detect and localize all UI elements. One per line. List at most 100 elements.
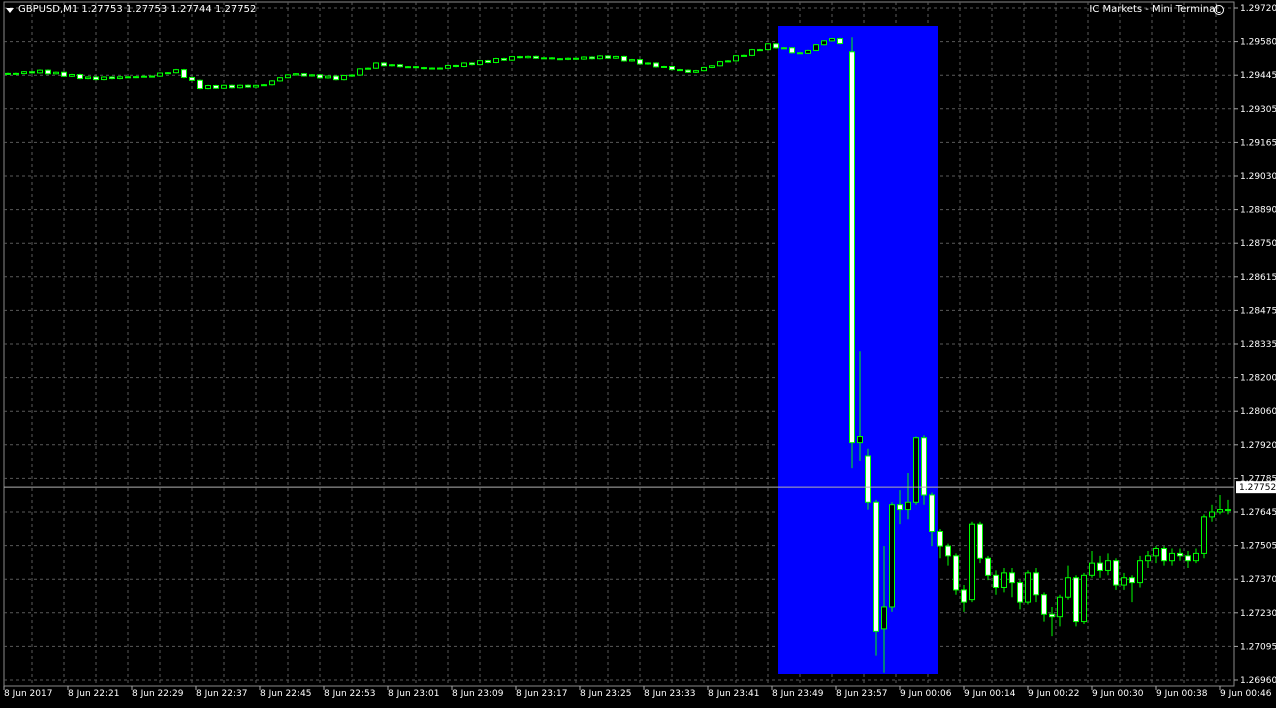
candle-body [613, 55, 619, 59]
candle-body [533, 55, 539, 59]
x-tick-label: 8 Jun 22:37 [196, 689, 247, 699]
candle-body [245, 84, 251, 88]
candle-body [1033, 572, 1039, 596]
y-tick-label: 1.29305 [1240, 105, 1276, 115]
x-tick-label: 8 Jun 23:01 [388, 689, 439, 699]
candle-body [945, 545, 951, 557]
candle-body [1097, 562, 1103, 571]
candle-body [221, 84, 227, 89]
candle-body [805, 49, 811, 54]
candle-body [293, 73, 299, 76]
x-tick-label: 8 Jun 23:17 [516, 689, 567, 699]
candle-body [117, 76, 123, 80]
y-tick-label: 1.27230 [1240, 609, 1276, 619]
candle-body [309, 74, 315, 77]
candle-body [453, 64, 459, 68]
y-tick-label: 1.27370 [1240, 575, 1276, 585]
candle-body [269, 80, 275, 86]
candle-body [285, 74, 291, 79]
candle-body [525, 55, 531, 59]
candle-body [5, 72, 11, 75]
candle-body [13, 72, 19, 75]
candle-body [969, 523, 975, 601]
x-tick-label: 8 Jun 23:25 [580, 689, 631, 699]
candle-body [277, 77, 283, 82]
candle-body [461, 62, 467, 68]
candle-body [413, 66, 419, 69]
candle-body [93, 76, 99, 81]
candle-body [493, 58, 499, 63]
candle-body [373, 62, 379, 69]
candle-body [229, 84, 235, 89]
x-tick-label: 9 Jun 00:30 [1092, 689, 1144, 699]
candle-body [985, 557, 991, 576]
candle-body [581, 56, 587, 60]
y-tick-label: 1.29720 [1240, 4, 1276, 14]
candle-body [1105, 560, 1111, 571]
candle-body [53, 71, 59, 75]
collapse-triangle-icon[interactable] [6, 8, 14, 13]
candle-body [381, 62, 387, 67]
candle-body [157, 72, 163, 77]
x-tick-label: 9 Jun 00:22 [1028, 689, 1079, 699]
candle-body [1073, 577, 1079, 623]
candle-body [21, 71, 27, 75]
candle-body [237, 84, 243, 89]
x-tick-label: 8 Jun 22:21 [68, 689, 119, 699]
candle-body [349, 74, 355, 77]
candle-body [1009, 572, 1015, 584]
candle-body [1177, 552, 1183, 557]
candle-body [653, 62, 659, 68]
candle-body [1001, 572, 1007, 588]
candle-body [1089, 562, 1095, 576]
x-tick-label: 8 Jun 22:53 [324, 689, 375, 699]
x-tick-label: 8 Jun 23:57 [836, 689, 887, 699]
candle-body [937, 530, 943, 547]
candle-body [549, 57, 555, 60]
candle-body [1209, 511, 1215, 518]
candle-body [85, 76, 91, 80]
candle-body [717, 61, 723, 67]
x-tick-label: 8 Jun 22:29 [132, 689, 184, 699]
chart-canvas[interactable]: 1.29720 1.29580 1.29445 1.29305 1.29165 1.290… [0, 0, 1276, 704]
candle-body [69, 74, 75, 77]
candle-body [1145, 555, 1151, 562]
candle-body [437, 67, 443, 70]
y-tick-label: 1.26960 [1240, 676, 1276, 686]
candle-body [541, 57, 547, 60]
candle-body [357, 68, 363, 76]
y-tick-label: 1.28750 [1240, 239, 1276, 249]
candle-body [589, 56, 595, 60]
candle-body [645, 62, 651, 65]
candle-body [1065, 577, 1071, 598]
candlestick-chart[interactable]: 1.29720 1.29580 1.29445 1.29305 1.29165 1.290… [0, 0, 1276, 704]
candle-body [45, 69, 51, 75]
candle-body [1121, 577, 1127, 586]
candle-body [469, 62, 475, 66]
candle-body [557, 58, 563, 61]
candle-body [365, 67, 371, 70]
candle-body [881, 606, 887, 630]
candle-body [61, 71, 67, 77]
candle-body [781, 47, 787, 50]
candle-body [101, 76, 107, 81]
x-tick-label: 8 Jun 23:09 [452, 689, 504, 699]
candle-body [325, 75, 331, 79]
candle-body [701, 66, 707, 72]
y-tick-label: 1.28335 [1240, 340, 1276, 350]
candle-body [905, 501, 911, 511]
y-tick-label: 1.27505 [1240, 542, 1276, 552]
highlight-zone [778, 26, 938, 674]
candle-body [709, 65, 715, 68]
candle-body [921, 437, 927, 496]
x-tick-label: 8 Jun 23:33 [644, 689, 695, 699]
candle-body [213, 85, 219, 89]
candle-body [509, 56, 515, 61]
candle-body [141, 75, 147, 78]
y-tick-label: 1.28615 [1240, 273, 1276, 283]
candle-body [873, 501, 879, 632]
candle-body [685, 69, 691, 73]
candle-body [189, 76, 195, 81]
candle-body [173, 69, 179, 74]
candle-body [197, 79, 203, 90]
